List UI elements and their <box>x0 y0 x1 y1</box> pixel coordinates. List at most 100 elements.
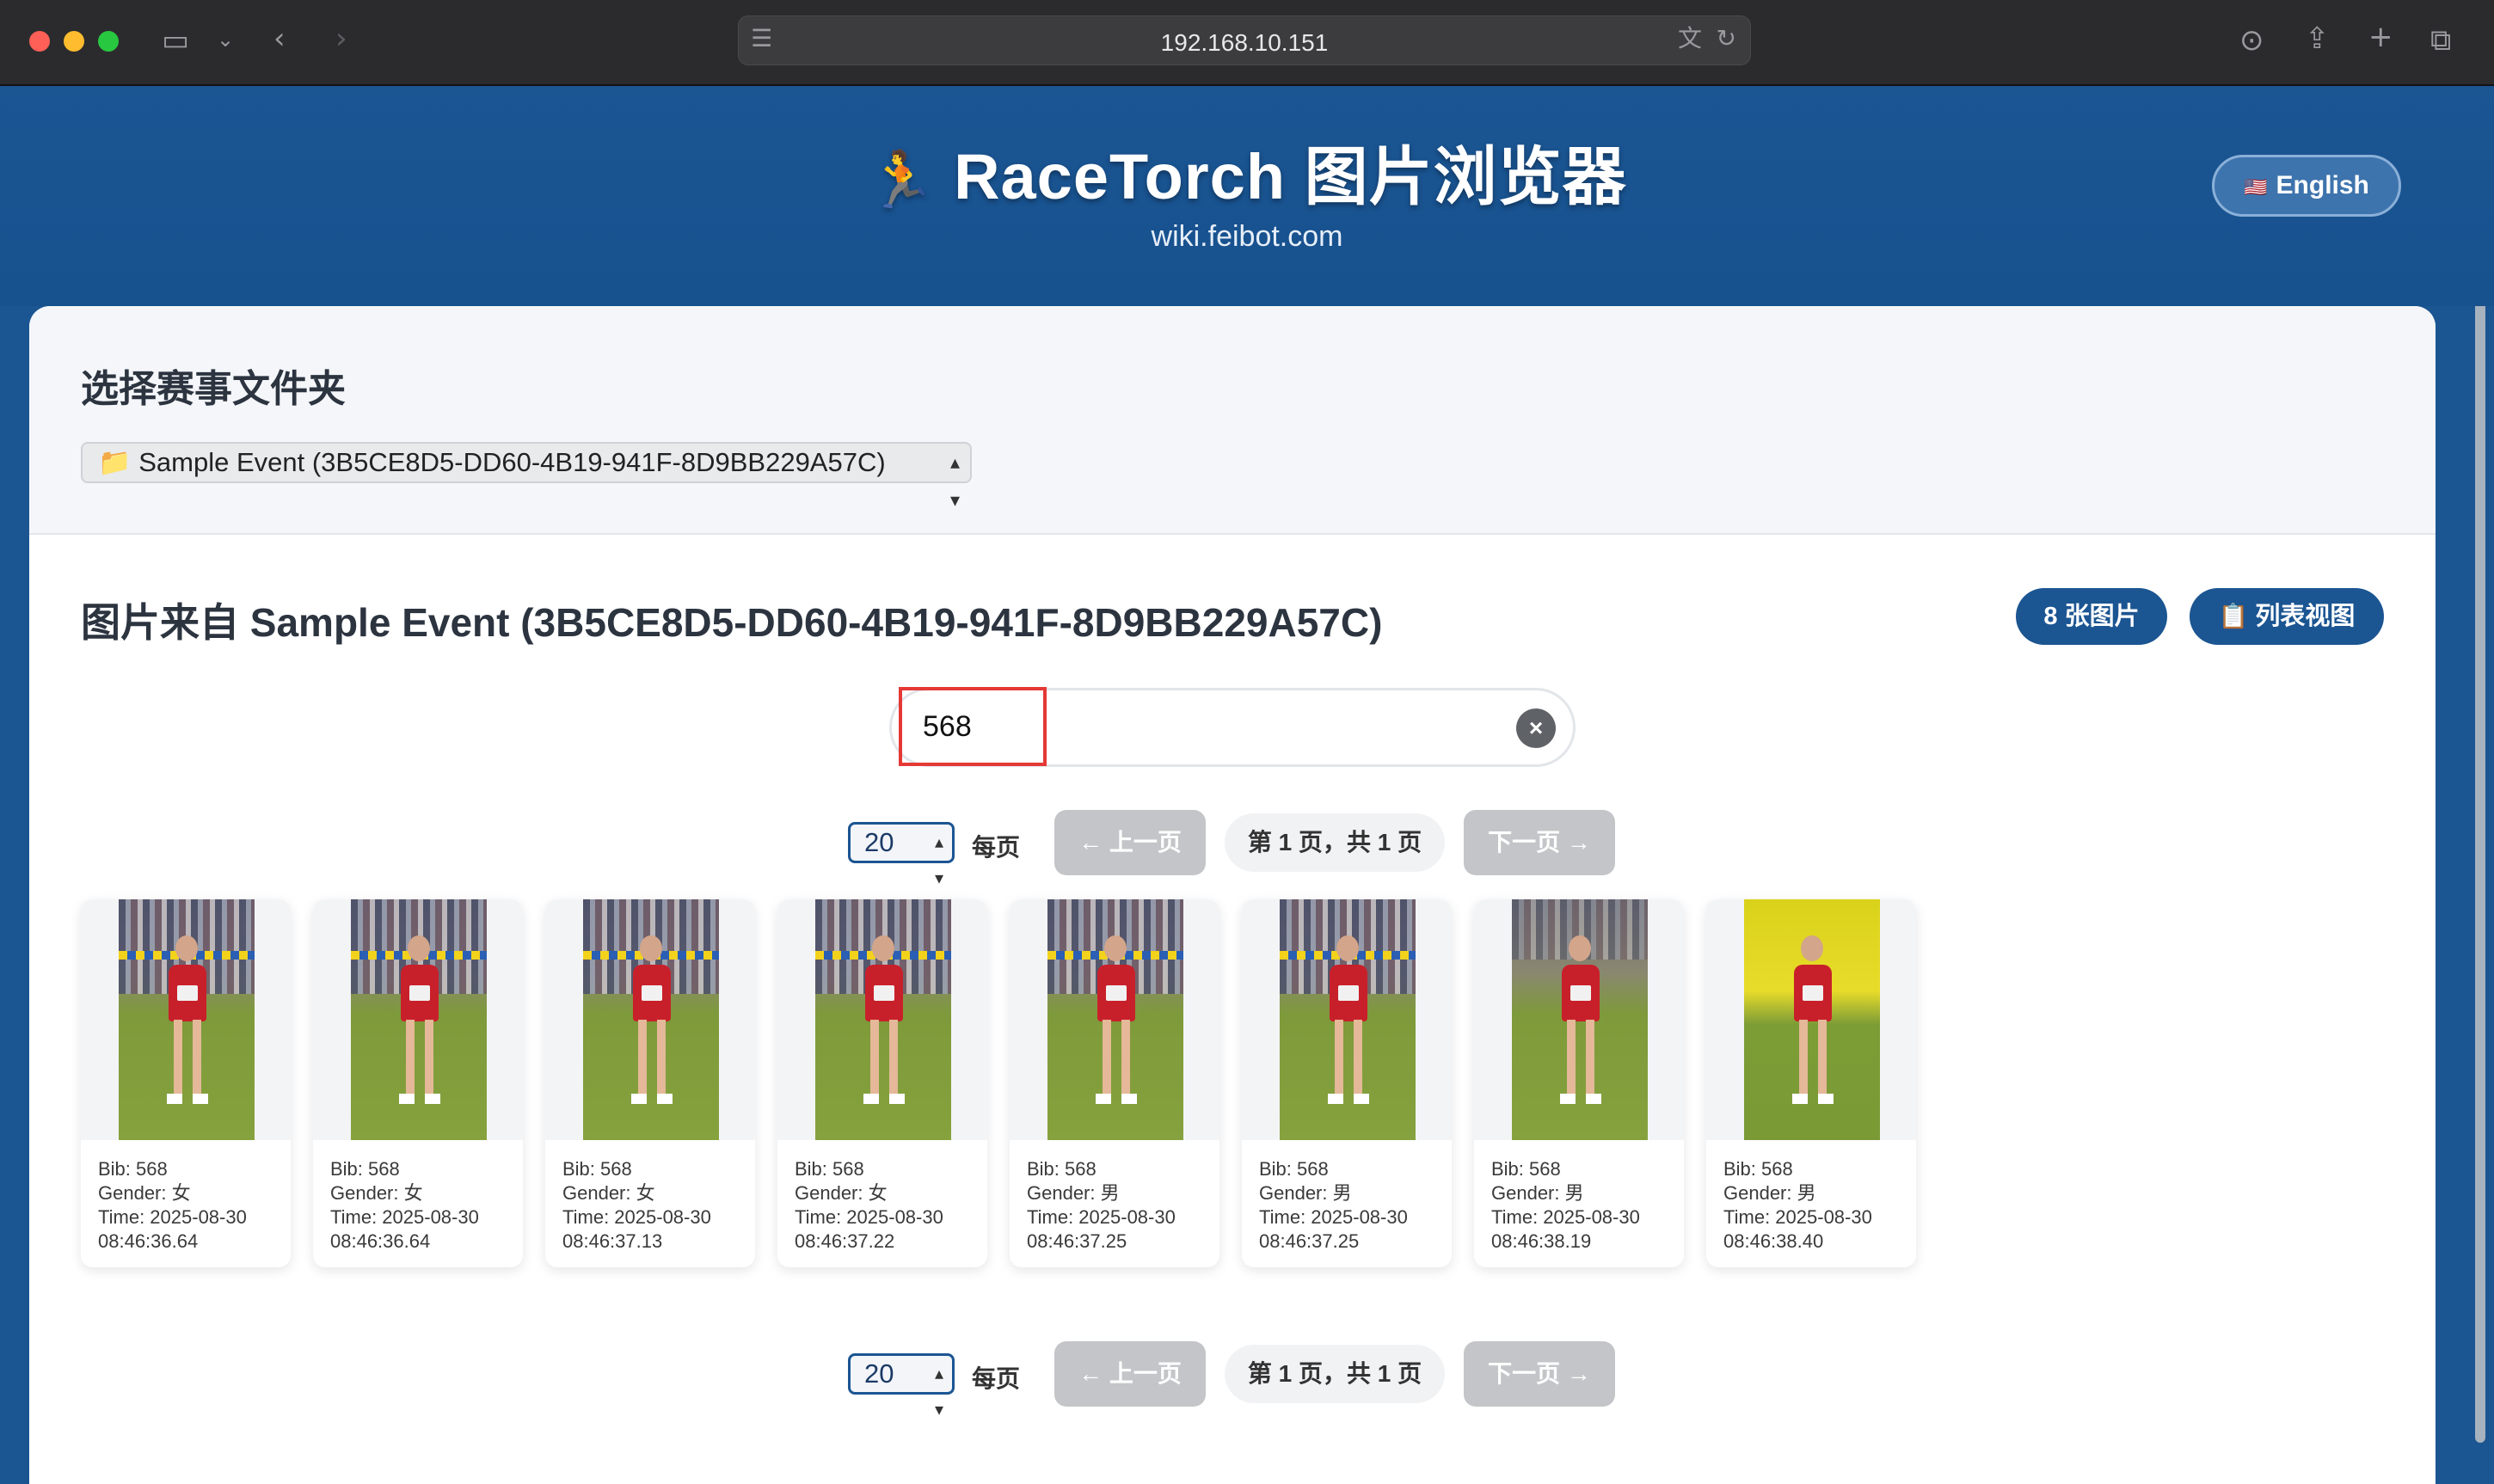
pagination-bottom: 20 ▴ ▾ 每页 ← 上一页 第 1 页，共 1 页 下一页 → <box>848 1341 1622 1420</box>
gallery-title: 图片来自 Sample Event (3B5CE8D5-DD60-4B19-94… <box>81 600 1383 645</box>
per-page-label: 每页 <box>972 834 1021 861</box>
photo-bib: Bib: 568 <box>98 1158 168 1180</box>
photo-gender: Gender: 男 <box>1027 1182 1120 1204</box>
photo-card[interactable]: Bib: 568 Gender: 男 Time: 2025-08-30 08:4… <box>1010 899 1219 1267</box>
photo-bib: Bib: 568 <box>330 1158 400 1180</box>
share-icon[interactable]: ⇪ <box>2305 24 2330 53</box>
photo-gender: Gender: 女 <box>562 1182 655 1204</box>
address-bar[interactable]: ☰ 192.168.10.151 文 ↻ <box>738 15 1751 65</box>
photo-time-date: Time: 2025-08-30 <box>1027 1206 1176 1228</box>
page-info: 第 1 页，共 1 页 <box>1225 813 1445 872</box>
folder-heading: 选择赛事文件夹 <box>81 368 346 410</box>
photo-time-date: Time: 2025-08-30 <box>795 1206 943 1228</box>
event-folder-select[interactable]: 📁 Sample Event (3B5CE8D5-DD60-4B19-941F-… <box>81 442 972 511</box>
photo-meta: Bib: 568 Gender: 女 Time: 2025-08-30 08:4… <box>330 1157 515 1254</box>
image-count-badge[interactable]: 8 张图片 <box>2016 588 2167 645</box>
photo-meta: Bib: 568 Gender: 男 Time: 2025-08-30 08:4… <box>1723 1157 1908 1254</box>
page-title-text: RaceTorch 图片浏览器 <box>954 141 1627 212</box>
page-info: 第 1 页，共 1 页 <box>1225 1345 1445 1403</box>
photo-time-clock: 08:46:36.64 <box>330 1230 431 1252</box>
page-title: 🏃 RaceTorch 图片浏览器 <box>0 126 2494 218</box>
forward-icon[interactable]: › <box>335 24 347 53</box>
photo-time-clock: 08:46:37.25 <box>1027 1230 1127 1252</box>
photo-gender: Gender: 男 <box>1723 1182 1816 1204</box>
photo-thumbnail[interactable] <box>1242 899 1452 1140</box>
select-arrows-icon: ▴ ▾ <box>934 1364 943 1420</box>
next-page-button[interactable]: 下一页 → <box>1464 810 1615 875</box>
photo-thumbnail[interactable] <box>81 899 291 1140</box>
photo-bib: Bib: 568 <box>1027 1158 1096 1180</box>
event-folder-value: Sample Event (3B5CE8D5-DD60-4B19-941F-8D… <box>138 447 886 477</box>
back-icon[interactable]: ‹ <box>273 24 286 53</box>
photo-thumbnail[interactable] <box>777 899 987 1140</box>
prev-page-button[interactable]: ← 上一页 <box>1054 1341 1206 1407</box>
folder-icon: 📁 <box>98 447 132 477</box>
per-page-label: 每页 <box>972 1365 1021 1392</box>
clipboard-icon: 📋 <box>2218 603 2249 629</box>
photo-time-date: Time: 2025-08-30 <box>1259 1206 1408 1228</box>
photo-card[interactable]: Bib: 568 Gender: 女 Time: 2025-08-30 08:4… <box>313 899 523 1267</box>
photo-meta: Bib: 568 Gender: 女 Time: 2025-08-30 08:4… <box>98 1157 283 1254</box>
main-panel: 选择赛事文件夹 📁 Sample Event (3B5CE8D5-DD60-4B… <box>29 306 2436 1484</box>
url-text: 192.168.10.151 <box>1160 29 1329 56</box>
close-window-button[interactable] <box>29 31 50 52</box>
tab-overview-icon[interactable]: ⧉ <box>2430 26 2451 55</box>
photo-gender: Gender: 女 <box>795 1182 888 1204</box>
downloads-icon[interactable]: ⊙ <box>2239 26 2264 55</box>
prev-page-button[interactable]: ← 上一页 <box>1054 810 1206 875</box>
select-arrows-icon: ▴ ▾ <box>949 451 960 511</box>
per-page-value: 20 <box>864 1358 894 1389</box>
zoom-window-button[interactable] <box>98 31 119 52</box>
photo-time-clock: 08:46:38.40 <box>1723 1230 1824 1252</box>
per-page-select[interactable]: 20 ▴ ▾ <box>848 822 955 888</box>
photo-meta: Bib: 568 Gender: 男 Time: 2025-08-30 08:4… <box>1491 1157 1676 1254</box>
translate-icon[interactable]: 文 <box>1678 27 1702 51</box>
photo-time-date: Time: 2025-08-30 <box>330 1206 479 1228</box>
photo-card[interactable]: Bib: 568 Gender: 男 Time: 2025-08-30 08:4… <box>1242 899 1452 1267</box>
photo-card[interactable]: Bib: 568 Gender: 女 Time: 2025-08-30 08:4… <box>777 899 987 1267</box>
photo-meta: Bib: 568 Gender: 男 Time: 2025-08-30 08:4… <box>1259 1157 1444 1254</box>
folder-section: 选择赛事文件夹 📁 Sample Event (3B5CE8D5-DD60-4B… <box>29 306 2436 535</box>
minimize-window-button[interactable] <box>64 31 84 52</box>
photo-time-date: Time: 2025-08-30 <box>98 1206 247 1228</box>
language-toggle-button[interactable]: 🇺🇸 English <box>2212 155 2401 217</box>
photo-time-clock: 08:46:38.19 <box>1491 1230 1592 1252</box>
photo-card[interactable]: Bib: 568 Gender: 女 Time: 2025-08-30 08:4… <box>81 899 291 1267</box>
sidebar-toggle-icon[interactable]: ▭ <box>162 26 189 55</box>
photo-time-date: Time: 2025-08-30 <box>1723 1206 1872 1228</box>
photo-time-clock: 08:46:36.64 <box>98 1230 199 1252</box>
photo-time-date: Time: 2025-08-30 <box>562 1206 711 1228</box>
photo-time-clock: 08:46:37.13 <box>562 1230 663 1252</box>
photo-bib: Bib: 568 <box>562 1158 632 1180</box>
photo-thumbnail[interactable] <box>545 899 755 1140</box>
photo-thumbnail[interactable] <box>1010 899 1219 1140</box>
photo-thumbnail[interactable] <box>1474 899 1684 1140</box>
site-header: 🏃 RaceTorch 图片浏览器 wiki.feibot.com 🇺🇸 Engli… <box>0 86 2494 306</box>
photo-bib: Bib: 568 <box>1723 1158 1793 1180</box>
photo-card[interactable]: Bib: 568 Gender: 女 Time: 2025-08-30 08:4… <box>545 899 755 1267</box>
photo-card[interactable]: Bib: 568 Gender: 男 Time: 2025-08-30 08:4… <box>1474 899 1684 1267</box>
photo-bib: Bib: 568 <box>1259 1158 1329 1180</box>
new-tab-icon[interactable]: + <box>2368 22 2393 52</box>
photo-time-clock: 08:46:37.22 <box>795 1230 895 1252</box>
photo-thumbnail[interactable] <box>313 899 523 1140</box>
select-arrows-icon: ▴ ▾ <box>934 833 943 888</box>
chevron-down-icon[interactable]: ⌄ <box>217 29 234 50</box>
clear-search-button[interactable]: × <box>1516 708 1556 748</box>
photo-time-date: Time: 2025-08-30 <box>1491 1206 1640 1228</box>
photo-card[interactable]: Bib: 568 Gender: 男 Time: 2025-08-30 08:4… <box>1706 899 1916 1267</box>
reload-icon[interactable]: ↻ <box>1717 27 1736 51</box>
photo-gender: Gender: 男 <box>1259 1182 1352 1204</box>
photo-bib: Bib: 568 <box>795 1158 864 1180</box>
photo-gender: Gender: 女 <box>98 1182 191 1204</box>
per-page-select[interactable]: 20 ▴ ▾ <box>848 1353 955 1420</box>
per-page-value: 20 <box>864 827 894 857</box>
next-page-button[interactable]: 下一页 → <box>1464 1341 1615 1407</box>
browser-toolbar: ▭ ⌄ ‹ › ☰ 192.168.10.151 文 ↻ ⊙ ⇪ + ⧉ <box>0 0 2494 86</box>
site-subtitle: wiki.feibot.com <box>1151 220 1343 253</box>
photo-meta: Bib: 568 Gender: 女 Time: 2025-08-30 08:4… <box>795 1157 980 1254</box>
photo-thumbnail[interactable] <box>1706 899 1916 1140</box>
photo-time-clock: 08:46:37.25 <box>1259 1230 1360 1252</box>
list-view-button[interactable]: 📋 列表视图 <box>2190 588 2384 645</box>
bib-search-input[interactable] <box>899 687 1047 766</box>
